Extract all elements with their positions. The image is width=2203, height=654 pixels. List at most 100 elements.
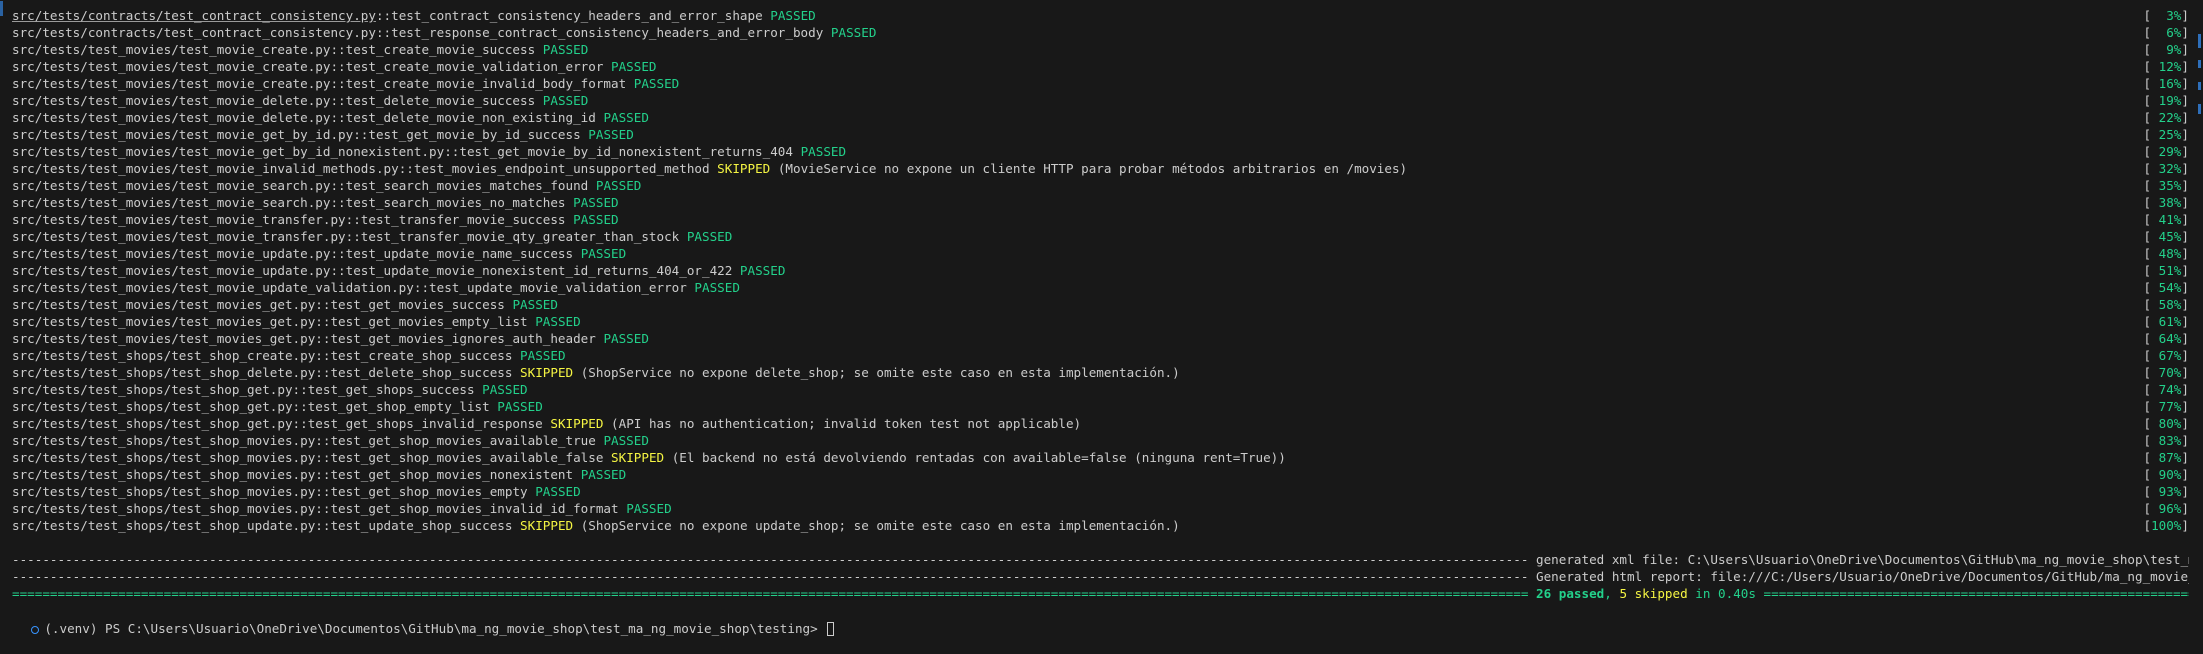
progress-percent: [ 96%] bbox=[2143, 501, 2189, 516]
test-status: PASSED bbox=[535, 484, 581, 499]
summary-skipped: 5 skipped bbox=[1619, 586, 1688, 601]
progress-percent: [ 67%] bbox=[2143, 348, 2189, 363]
test-status: PASSED bbox=[580, 246, 627, 261]
test-status: PASSED bbox=[595, 178, 642, 193]
test-name: test_create_movie_invalid_body_format bbox=[345, 76, 627, 91]
test-name: test_transfer_movie_success bbox=[360, 212, 566, 227]
test-separator: :: bbox=[330, 246, 346, 261]
test-status: PASSED bbox=[497, 399, 543, 414]
test-name: test_get_movie_by_id_success bbox=[368, 127, 581, 142]
html-report-line: ----------------------------------------… bbox=[12, 568, 2189, 585]
test-separator: :: bbox=[330, 178, 346, 193]
test-separator: :: bbox=[292, 382, 308, 397]
test-result-line: src/tests/test_movies/test_movie_search.… bbox=[12, 194, 2189, 211]
test-separator: :: bbox=[315, 314, 331, 329]
progress-percent: [ 19%] bbox=[2143, 93, 2189, 108]
command-status-icon[interactable] bbox=[31, 626, 40, 634]
test-file-path: src/tests/test_shops/test_shop_create.py bbox=[12, 348, 316, 363]
progress-value: 83% bbox=[2151, 433, 2182, 448]
scrollbar-overview-ruler[interactable] bbox=[2198, 34, 2201, 114]
test-file-path: src/tests/test_movies/test_movie_create.… bbox=[12, 42, 331, 57]
terminal-panel[interactable]: src/tests/contracts/test_contract_consis… bbox=[0, 0, 2203, 636]
test-status: PASSED bbox=[542, 93, 589, 108]
progress-value: 51% bbox=[2151, 263, 2182, 278]
test-result-line: src/tests/test_movies/test_movie_get_by_… bbox=[12, 143, 2189, 160]
progress-percent: [ 45%] bbox=[2143, 229, 2189, 244]
test-file-path[interactable]: src/tests/contracts/test_contract_consis… bbox=[12, 8, 376, 23]
test-status: PASSED bbox=[633, 76, 680, 91]
test-separator: :: bbox=[315, 450, 331, 465]
test-status: PASSED bbox=[800, 144, 847, 159]
test-file-path: src/tests/test_movies/test_movies_get.py bbox=[12, 314, 316, 329]
progress-percent: [ 9%] bbox=[2143, 42, 2189, 57]
test-status: SKIPPED bbox=[520, 365, 574, 380]
test-file-path: src/tests/test_movies/test_movie_transfe… bbox=[12, 229, 346, 244]
test-result-line: src/tests/test_shops/test_shop_create.py… bbox=[12, 347, 2189, 364]
test-name: test_get_shop_movies_nonexistent bbox=[330, 467, 574, 482]
progress-value: 12% bbox=[2151, 59, 2182, 74]
test-result-line: src/tests/test_shops/test_shop_delete.py… bbox=[12, 364, 2189, 381]
test-name: test_transfer_movie_qty_greater_than_sto… bbox=[360, 229, 680, 244]
summary-passed: 26 passed bbox=[1536, 586, 1605, 601]
progress-percent: [ 29%] bbox=[2143, 144, 2189, 159]
test-file-path: src/tests/test_movies/test_movie_delete.… bbox=[12, 110, 331, 125]
test-status: PASSED bbox=[520, 348, 566, 363]
test-name: test_create_movie_validation_error bbox=[345, 59, 604, 74]
test-name: test_update_movie_name_success bbox=[345, 246, 574, 261]
test-result-line: src/tests/test_shops/test_shop_update.py… bbox=[12, 517, 2189, 534]
test-name: test_update_shop_success bbox=[330, 518, 513, 533]
test-result-line: src/tests/test_shops/test_shop_movies.py… bbox=[12, 500, 2189, 517]
test-file-path: src/tests/test_movies/test_movie_transfe… bbox=[12, 212, 346, 227]
test-status: PASSED bbox=[830, 25, 877, 40]
prompt-text: (.venv) PS C:\Users\Usuario\OneDrive\Doc… bbox=[44, 621, 826, 636]
test-name: test_get_shop_empty_list bbox=[307, 399, 490, 414]
shell-prompt[interactable]: (.venv) PS C:\Users\Usuario\OneDrive\Doc… bbox=[0, 603, 835, 636]
test-status: SKIPPED bbox=[717, 161, 771, 176]
progress-percent: [ 51%] bbox=[2143, 263, 2189, 278]
test-status: PASSED bbox=[603, 331, 649, 346]
test-name: test_get_shop_movies_available_true bbox=[330, 433, 596, 448]
test-result-line: src/tests/test_movies/test_movie_delete.… bbox=[12, 92, 2189, 109]
test-result-line: src/tests/test_movies/test_movie_get_by_… bbox=[12, 126, 2189, 143]
test-separator: :: bbox=[330, 110, 346, 125]
summary-comma: , bbox=[1604, 586, 1612, 601]
test-file-path: src/tests/test_movies/test_movie_update.… bbox=[12, 246, 331, 261]
junit-xml-line-text: generated xml file: C:\Users\Usuario\One… bbox=[1536, 552, 2189, 567]
progress-value: 6% bbox=[2151, 25, 2182, 40]
progress-value: 87% bbox=[2151, 450, 2182, 465]
progress-value: 77% bbox=[2151, 399, 2182, 414]
test-name: test_get_movie_by_id_nonexistent_returns… bbox=[459, 144, 793, 159]
progress-value: 22% bbox=[2151, 110, 2182, 125]
test-file-path: src/tests/test_shops/test_shop_movies.py bbox=[12, 501, 316, 516]
test-file-path: src/tests/test_movies/test_movie_search.… bbox=[12, 195, 331, 210]
test-name: test_delete_movie_non_existing_id bbox=[345, 110, 596, 125]
test-result-line: src/tests/test_movies/test_movie_invalid… bbox=[12, 160, 2189, 177]
test-name: test_get_movies_ignores_auth_header bbox=[330, 331, 596, 346]
test-separator: :: bbox=[330, 42, 346, 57]
progress-percent: [ 48%] bbox=[2143, 246, 2189, 261]
progress-percent: [ 80%] bbox=[2143, 416, 2189, 431]
test-result-line: src/tests/contracts/test_contract_consis… bbox=[12, 24, 2189, 41]
progress-percent: [ 77%] bbox=[2143, 399, 2189, 414]
progress-value: 45% bbox=[2151, 229, 2182, 244]
progress-percent: [ 61%] bbox=[2143, 314, 2189, 329]
test-result-line: src/tests/test_shops/test_shop_get.py::t… bbox=[12, 398, 2189, 415]
test-file-path: src/tests/test_movies/test_movie_update.… bbox=[12, 263, 331, 278]
test-file-path: src/tests/test_movies/test_movie_get_by_… bbox=[12, 144, 445, 159]
text-cursor bbox=[827, 622, 835, 636]
test-status: SKIPPED bbox=[520, 518, 574, 533]
test-file-path: src/tests/test_shops/test_shop_get.py bbox=[12, 416, 293, 431]
progress-percent: [ 32%] bbox=[2143, 161, 2189, 176]
test-separator: :: bbox=[315, 501, 331, 516]
progress-percent: [ 25%] bbox=[2143, 127, 2189, 142]
test-file-path: src/tests/test_movies/test_movie_delete.… bbox=[12, 93, 331, 108]
test-separator: :: bbox=[315, 518, 331, 533]
test-separator: :: bbox=[292, 416, 308, 431]
test-status: PASSED bbox=[588, 127, 634, 142]
progress-value: 38% bbox=[2151, 195, 2182, 210]
test-file-path: src/tests/test_movies/test_movie_create.… bbox=[12, 59, 331, 74]
progress-percent: [ 74%] bbox=[2143, 382, 2189, 397]
progress-percent: [ 3%] bbox=[2143, 8, 2189, 23]
test-result-line: src/tests/test_movies/test_movie_create.… bbox=[12, 58, 2189, 75]
progress-value: 70% bbox=[2151, 365, 2182, 380]
